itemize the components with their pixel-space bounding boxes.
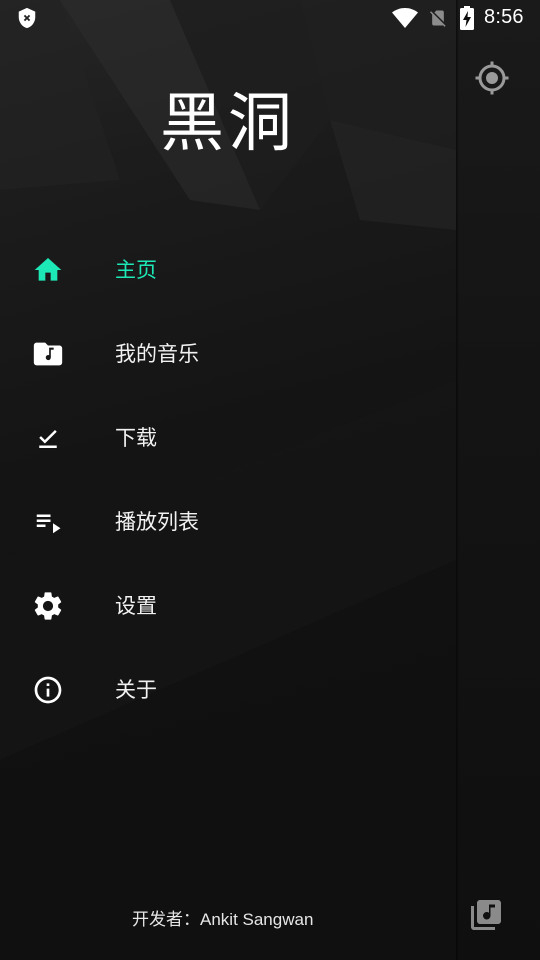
drawer-item-label: 设置 xyxy=(115,594,157,618)
status-time: 8:56 xyxy=(484,6,524,28)
wifi-icon xyxy=(392,8,418,28)
drawer-item-label: 下载 xyxy=(115,426,157,450)
drawer-item-label: 关于 xyxy=(115,678,157,702)
drawer-item-home[interactable]: 主页 xyxy=(0,228,456,312)
home-icon xyxy=(30,254,66,286)
music-library-icon[interactable] xyxy=(468,897,504,933)
drawer-item-label: 主页 xyxy=(115,258,157,282)
developer-credit: 开发者：Ankit Sangwan xyxy=(132,910,314,929)
location-target-icon[interactable] xyxy=(474,60,510,96)
music-folder-icon xyxy=(30,338,66,370)
drawer-item-my-music[interactable]: 我的音乐 xyxy=(0,312,456,396)
drawer-shadow xyxy=(456,0,459,960)
gear-icon xyxy=(30,590,66,622)
drawer-item-playlist[interactable]: 播放列表 xyxy=(0,480,456,564)
status-bar: 8:56 xyxy=(0,0,540,36)
drawer-item-label: 播放列表 xyxy=(115,510,199,534)
drawer-item-label: 我的音乐 xyxy=(115,342,199,366)
shield-x-icon xyxy=(16,7,38,29)
battery-charging-icon xyxy=(460,6,474,30)
no-sim-icon xyxy=(428,8,448,28)
app-title: 黑洞 xyxy=(160,87,296,161)
main-content-edge xyxy=(456,0,540,960)
drawer-item-about[interactable]: 关于 xyxy=(0,648,456,732)
drawer-item-download[interactable]: 下载 xyxy=(0,396,456,480)
info-icon xyxy=(30,674,66,706)
download-icon xyxy=(30,422,66,454)
playlist-icon xyxy=(30,506,66,538)
navigation-drawer: 黑洞 主页 我的音乐 下载 播放列表 设置 关于 开发者：Ankit Sangw… xyxy=(0,0,456,960)
drawer-item-settings[interactable]: 设置 xyxy=(0,564,456,648)
